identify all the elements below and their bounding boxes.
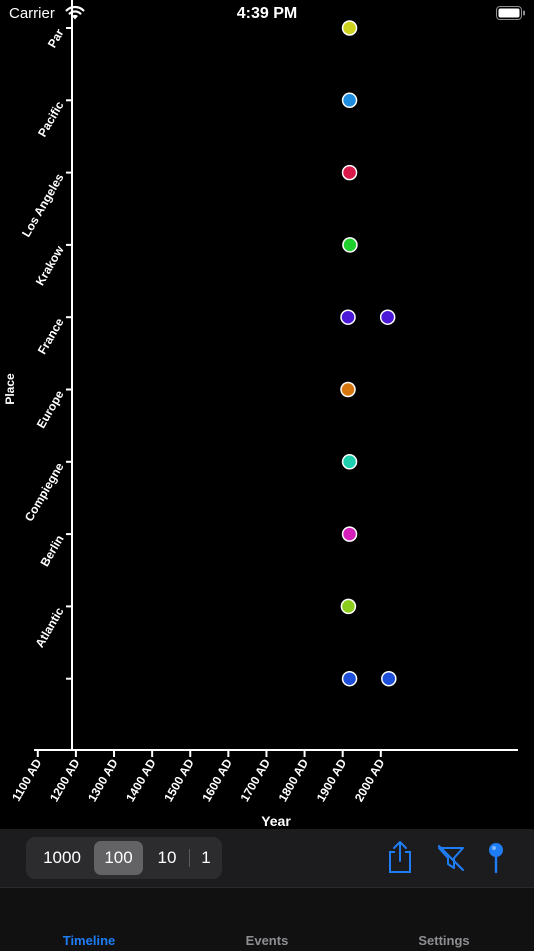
tab-settings[interactable]: Settings bbox=[384, 933, 504, 948]
data-point bbox=[341, 454, 358, 470]
data-point bbox=[341, 92, 358, 109]
y-tick-label: Berlin bbox=[37, 533, 66, 569]
data-point bbox=[379, 309, 396, 325]
x-tick-label: 1900 AD bbox=[314, 756, 350, 804]
y-tick-label: Los Angeles bbox=[19, 171, 67, 240]
data-point bbox=[341, 526, 358, 542]
y-tick-label: Par bbox=[45, 26, 67, 50]
data-point bbox=[381, 670, 397, 687]
zoom-option-1000[interactable]: 1000 bbox=[30, 841, 94, 875]
x-tick-label: 1600 AD bbox=[199, 756, 235, 804]
zoom-option-10[interactable]: 10 bbox=[146, 841, 188, 875]
y-tick-label: Atlantic bbox=[32, 605, 66, 650]
timeline-chart[interactable]: Atlantic Berlin Compiegne Europe France Krako… bbox=[0, 0, 534, 829]
x-tick-label: 2000 AD bbox=[352, 756, 388, 804]
status-bar: Carrier 4:39 PM bbox=[0, 0, 534, 28]
share-icon[interactable] bbox=[386, 840, 414, 874]
data-point bbox=[340, 381, 356, 398]
x-tick-label: 1800 AD bbox=[276, 756, 312, 804]
x-tick-label: 1300 AD bbox=[85, 756, 121, 804]
y-tick-label: France bbox=[35, 315, 67, 356]
zoom-segmented-control: 1000 100 10 1 bbox=[26, 837, 222, 879]
data-point bbox=[341, 164, 358, 181]
x-tick-label: 1100 AD bbox=[9, 756, 44, 803]
y-tick-label: Pacific bbox=[35, 99, 67, 140]
y-axis-title: Place bbox=[3, 373, 17, 405]
toolbar: 1000 100 10 1 bbox=[0, 829, 534, 887]
y-tick-label: Europe bbox=[34, 388, 67, 431]
tab-bar: Timeline Events Settings bbox=[0, 887, 534, 951]
data-point bbox=[340, 598, 357, 615]
x-axis-title: Year bbox=[261, 813, 291, 829]
x-tick-label: 1500 AD bbox=[161, 756, 197, 804]
data-point bbox=[341, 670, 358, 687]
zoom-option-1[interactable]: 1 bbox=[192, 841, 220, 875]
x-tick-label: 1200 AD bbox=[47, 756, 83, 804]
filter-off-icon[interactable] bbox=[437, 845, 465, 871]
y-tick-label: Krakow bbox=[33, 243, 67, 288]
tab-timeline[interactable]: Timeline bbox=[29, 933, 149, 948]
clock: 4:39 PM bbox=[236, 5, 298, 22]
pin-icon[interactable] bbox=[486, 842, 506, 874]
zoom-option-100[interactable]: 100 bbox=[94, 841, 143, 875]
data-point bbox=[342, 237, 358, 253]
y-tick-label: Compiegne bbox=[22, 460, 67, 524]
segment-divider bbox=[189, 849, 190, 867]
battery-icon bbox=[496, 6, 525, 20]
x-tick-label: 1700 AD bbox=[237, 756, 273, 804]
tab-events[interactable]: Events bbox=[207, 933, 327, 948]
x-tick-label: 1400 AD bbox=[123, 756, 159, 804]
data-point bbox=[340, 309, 356, 325]
